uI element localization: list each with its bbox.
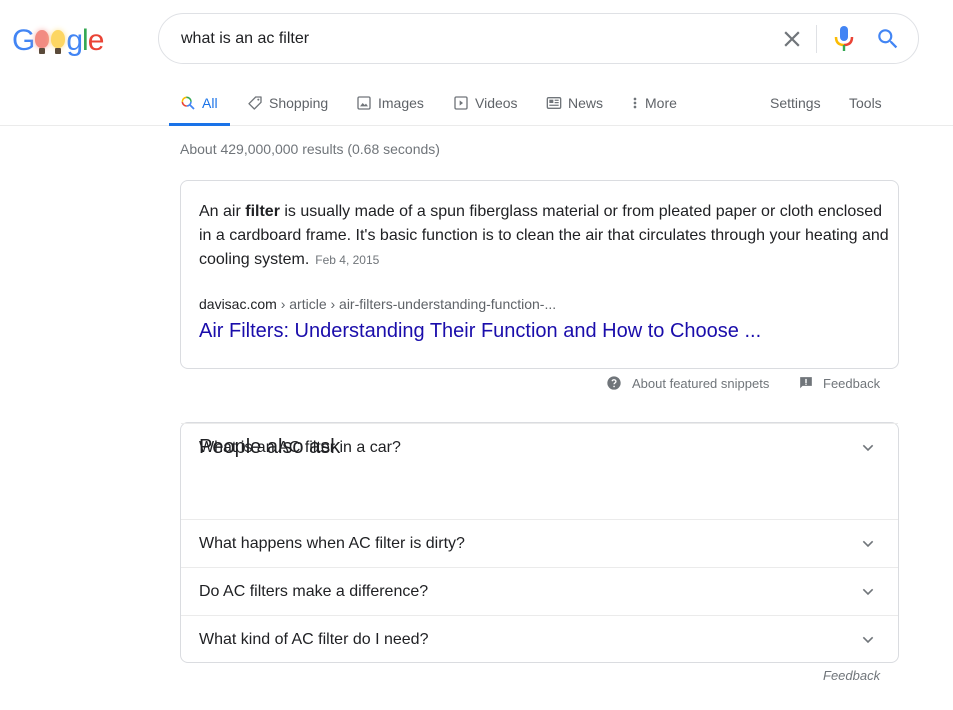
paa-question[interactable]: Do AC filters make a difference? [181, 567, 898, 615]
paa-question[interactable]: What kind of AC filter do I need? [181, 615, 898, 663]
snippet-text-part: An air [199, 203, 246, 220]
search-icon[interactable] [875, 26, 901, 52]
tab-label: Images [378, 94, 424, 111]
snippet-cite: davisac.com › article › air-filters-unde… [199, 296, 556, 312]
paa-question-text: What kind of AC filter do I need? [199, 630, 429, 648]
search-divider [816, 25, 817, 53]
paa-question-text: What is an AC filter in a car? [199, 438, 401, 456]
result-stats: About 429,000,000 results (0.68 seconds) [180, 141, 440, 157]
logo-letter-g: G [12, 24, 35, 57]
more-vert-icon [633, 97, 637, 108]
google-logo[interactable]: G g l e [12, 22, 105, 57]
logo-letter-g-lower: g [66, 24, 83, 57]
logo-letter-e: e [87, 24, 105, 57]
paa-question[interactable]: What happens when AC filter is dirty? [181, 519, 898, 567]
snippet-highlight: filter [245, 203, 280, 220]
snippet-text: An air filter is usually made of a spun … [199, 200, 889, 272]
search-box [158, 13, 919, 64]
about-featured-snippets-link[interactable]: About featured snippets [606, 372, 769, 394]
mic-icon[interactable] [832, 25, 856, 53]
tab-label: Shopping [269, 94, 329, 111]
feedback-icon [800, 377, 812, 389]
chevron-down-icon [862, 444, 874, 452]
tab-label: All [202, 94, 218, 111]
tab-images[interactable]: Images [356, 80, 424, 125]
paa-question-text: Do AC filters make a difference? [199, 582, 429, 600]
tab-more[interactable]: More [631, 80, 677, 125]
tab-videos[interactable]: Videos [453, 80, 518, 125]
tools-button[interactable]: Tools [849, 80, 882, 125]
tab-shopping[interactable]: Shopping [247, 80, 328, 125]
about-featured-snippets-label: About featured snippets [632, 375, 770, 391]
tag-icon [248, 95, 262, 110]
paa-question-text: What happens when AC filter is dirty? [199, 534, 465, 552]
snippet-feedback-link[interactable]: Feedback [799, 372, 880, 394]
feedback-label: Feedback [823, 375, 881, 391]
snippet-title-link[interactable]: Air Filters: Understanding Their Functio… [199, 320, 761, 343]
snippet-text-part: is usually made of a spun fiberglass mat… [199, 203, 889, 268]
search-input[interactable] [181, 26, 741, 52]
search-icon [181, 96, 195, 110]
newspaper-icon [546, 96, 562, 109]
chevron-down-icon [862, 588, 874, 596]
people-also-ask: People also ask What happens when AC fil… [180, 422, 899, 663]
featured-snippet: An air filter is usually made of a spun … [180, 180, 899, 369]
bulb-icon [51, 26, 66, 56]
tab-label: More [645, 94, 677, 111]
paa-feedback-link[interactable]: Feedback [823, 668, 880, 683]
chevron-down-icon [862, 636, 874, 644]
tab-news[interactable]: News [546, 80, 603, 125]
tab-label: News [568, 94, 604, 111]
help-icon [607, 376, 621, 390]
snippet-date: Feb 4, 2015 [315, 253, 380, 267]
play-icon [454, 95, 468, 110]
settings-button[interactable]: Settings [770, 80, 821, 125]
cite-domain: davisac.com [199, 296, 277, 312]
paa-question[interactable]: What is an AC filter in a car? [181, 423, 898, 471]
image-icon [357, 95, 371, 110]
close-icon[interactable] [779, 26, 805, 52]
cite-path: › article › air-filters-understanding-fu… [276, 296, 557, 312]
chevron-down-icon [862, 540, 874, 548]
tab-all[interactable]: All [169, 80, 230, 126]
search-tabs: All Shopping Images Videos News More Set… [0, 80, 953, 126]
bulb-icon [35, 26, 50, 56]
tab-label: Videos [475, 94, 518, 111]
